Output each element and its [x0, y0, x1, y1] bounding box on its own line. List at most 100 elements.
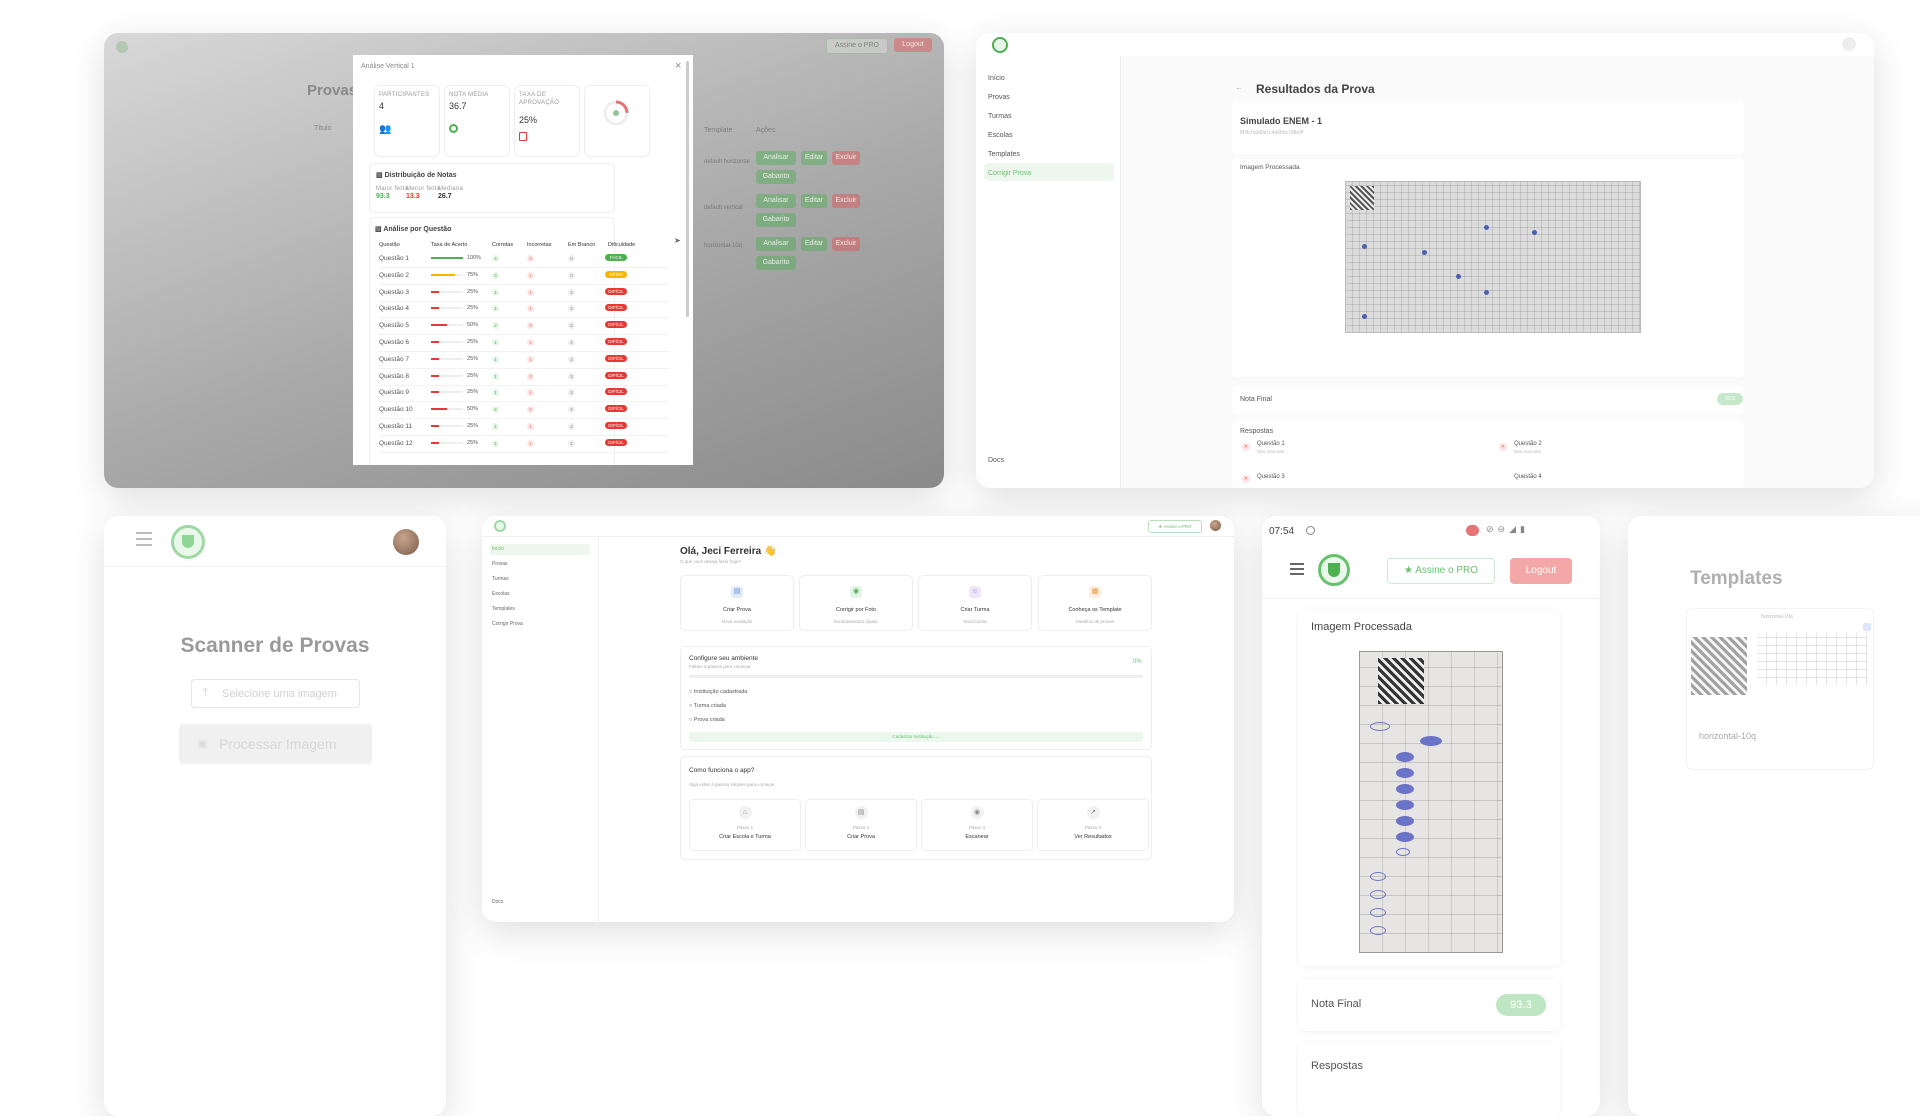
question-label: Questão 11: [379, 423, 413, 430]
action-title: Corrigir por Foto: [835, 607, 877, 613]
editar-button[interactable]: Editar: [801, 151, 827, 165]
analisar-button[interactable]: Analisar: [756, 237, 796, 251]
sidebar-item-escolas[interactable]: Escolas: [492, 591, 510, 597]
document-icon: ▤: [731, 586, 743, 598]
scrollbar[interactable]: [686, 61, 689, 317]
correct-count: 1: [492, 439, 499, 447]
avatar[interactable]: [1842, 37, 1856, 51]
wrong-icon: ✕: [1499, 443, 1507, 451]
sidebar-item-templates[interactable]: Templates: [492, 606, 515, 612]
question-row: Questão 10 50% 2 0 2 DIFÍCIL: [379, 402, 669, 420]
hamburger-menu-icon[interactable]: [136, 532, 152, 546]
sidebar-item-provas[interactable]: Provas: [988, 94, 1010, 101]
action-subtitle: Nova avaliação: [721, 619, 753, 624]
cadastrar-instituicao-button[interactable]: Cadastrar Instituição →: [689, 732, 1143, 742]
incorrect-count: 1: [527, 288, 534, 296]
incorrect-count: 1: [527, 439, 534, 447]
select-image-button[interactable]: ⤒ Selecione uma imagem: [191, 679, 360, 708]
avatar[interactable]: [393, 529, 419, 555]
pro-button[interactable]: Assine o PRO: [826, 38, 888, 54]
app-logo-icon: [171, 525, 205, 559]
modal-title: Análise Vertical 1: [361, 63, 415, 70]
sidebar-docs[interactable]: Docs: [492, 899, 503, 905]
template-icon: ▦: [1089, 586, 1101, 598]
qr-code-icon: [1350, 186, 1374, 210]
how-subtitle: Siga estes 4 passos simples para começar: [689, 782, 775, 787]
exam-analysis-screen: Provas Título Template Ações Assine o PR…: [104, 33, 944, 488]
stat-card-aprovacao: TAXA DE APROVAÇÃO 25%: [514, 85, 580, 157]
action-criar-turma[interactable]: ☺ Criar Turma Nova turma: [918, 575, 1032, 631]
template-card[interactable]: horizontal-10q horizontal-10q: [1686, 608, 1874, 770]
sidebar-item-inicio[interactable]: Início: [988, 75, 1005, 82]
setup-subtitle: Faltam 3 passos para começar: [689, 664, 751, 669]
action-title: Criar Turma: [960, 607, 990, 613]
difficulty-badge: DIFÍCIL: [605, 304, 627, 312]
close-icon[interactable]: ×: [675, 60, 681, 72]
final-score-label: Nota Final: [1240, 396, 1272, 403]
check-item: ○ Instituição cadastrada: [689, 689, 748, 695]
sidebar: [976, 56, 1121, 488]
analisar-button[interactable]: Analisar: [756, 151, 796, 165]
greeting-subtitle: O que você deseja fazer hoje?: [680, 559, 742, 564]
accuracy-bar-fill: [431, 441, 439, 444]
chart-icon-title: ▧ Distribuição de Notas: [376, 172, 457, 179]
analisar-button[interactable]: Analisar: [756, 194, 796, 208]
question-row: Questão 7 25% 1 1 2 DIFÍCIL: [379, 352, 669, 369]
difficulty-badge: DIFÍCIL: [605, 338, 627, 345]
setup-card: Configure seu ambiente Faltam 3 passos p…: [680, 646, 1152, 750]
back-arrow-icon[interactable]: ←: [1235, 83, 1243, 92]
gabarito-button[interactable]: Gabarito: [756, 170, 796, 184]
accuracy-bar: [431, 257, 463, 259]
step-number: Passo 3: [968, 825, 986, 830]
avatar[interactable]: [1210, 520, 1221, 531]
sidebar-item-turmas[interactable]: Turmas: [988, 113, 1011, 120]
select-image-label: Selecione uma imagem: [222, 688, 337, 700]
gabarito-button[interactable]: Gabarito: [756, 213, 796, 227]
sidebar-docs[interactable]: Docs: [988, 457, 1004, 464]
mark-ellipse: [1396, 800, 1414, 810]
question-row: Questão 2 75% 3 1 0 MÉDIA: [379, 268, 669, 285]
sidebar-item-inicio[interactable]: Início: [492, 546, 504, 552]
blank-count: 2: [568, 406, 575, 414]
cursor-icon: ➤: [674, 236, 681, 245]
stat-card-nota-media: NOTA MÉDIA 36.7: [444, 85, 510, 157]
mark-dot: [1422, 250, 1427, 255]
step-number: Passo 1: [736, 825, 754, 830]
gabarito-button[interactable]: Gabarito: [756, 256, 796, 270]
sidebar-item-corrigir[interactable]: Corrigir Prova: [492, 621, 523, 627]
pro-button[interactable]: ★ Assine o PRO: [1387, 558, 1495, 584]
sidebar-item-turmas[interactable]: Turmas: [492, 576, 509, 582]
check-item-label: Prova criada: [693, 717, 725, 723]
correct-count: 1: [492, 305, 499, 313]
sidebar-item-corrigir[interactable]: Corrigir Prova: [988, 170, 1031, 177]
answer-q4: Questão 4: [1514, 474, 1542, 480]
school-icon: ⌂: [738, 806, 752, 819]
processed-answer-sheet-photo: [1359, 651, 1503, 953]
users-icon: 👥: [379, 124, 392, 135]
question-label: Questão 5: [379, 322, 409, 330]
excluir-button[interactable]: Excluir: [832, 194, 860, 208]
action-corrigir-foto[interactable]: ◉ Corrigir por Foto Escaneamento rápido: [799, 575, 913, 631]
excluir-button[interactable]: Excluir: [832, 151, 860, 165]
accuracy-bar: [431, 408, 463, 411]
sidebar-item-templates[interactable]: Templates: [988, 151, 1020, 158]
question-label: Questão 12: [379, 439, 413, 447]
chart-card: [584, 85, 650, 157]
logout-button[interactable]: Logout: [1510, 558, 1572, 584]
pro-button[interactable]: ★ Assine o PRO: [1148, 520, 1202, 533]
mark-ellipse: [1396, 784, 1414, 794]
action-templates[interactable]: ▦ Conheça os Template Modelos de provas: [1038, 575, 1152, 631]
excluir-button[interactable]: Excluir: [832, 237, 860, 251]
hamburger-menu-icon[interactable]: [1290, 563, 1304, 575]
accuracy-bar: [431, 441, 463, 444]
blank-count: 2: [568, 339, 575, 346]
logout-button[interactable]: Logout: [894, 38, 932, 52]
mark-ellipse: [1396, 752, 1414, 762]
action-criar-prova[interactable]: ▤ Criar Prova Nova avaliação: [680, 575, 794, 631]
editar-button[interactable]: Editar: [801, 194, 827, 208]
answer-q1-status: Não marcada: [1257, 449, 1285, 454]
editar-button[interactable]: Editar: [801, 237, 827, 251]
process-image-button[interactable]: ▣ Processar Imagem: [179, 724, 372, 764]
sidebar-item-provas[interactable]: Provas: [492, 561, 508, 567]
sidebar-item-escolas[interactable]: Escolas: [988, 132, 1013, 139]
